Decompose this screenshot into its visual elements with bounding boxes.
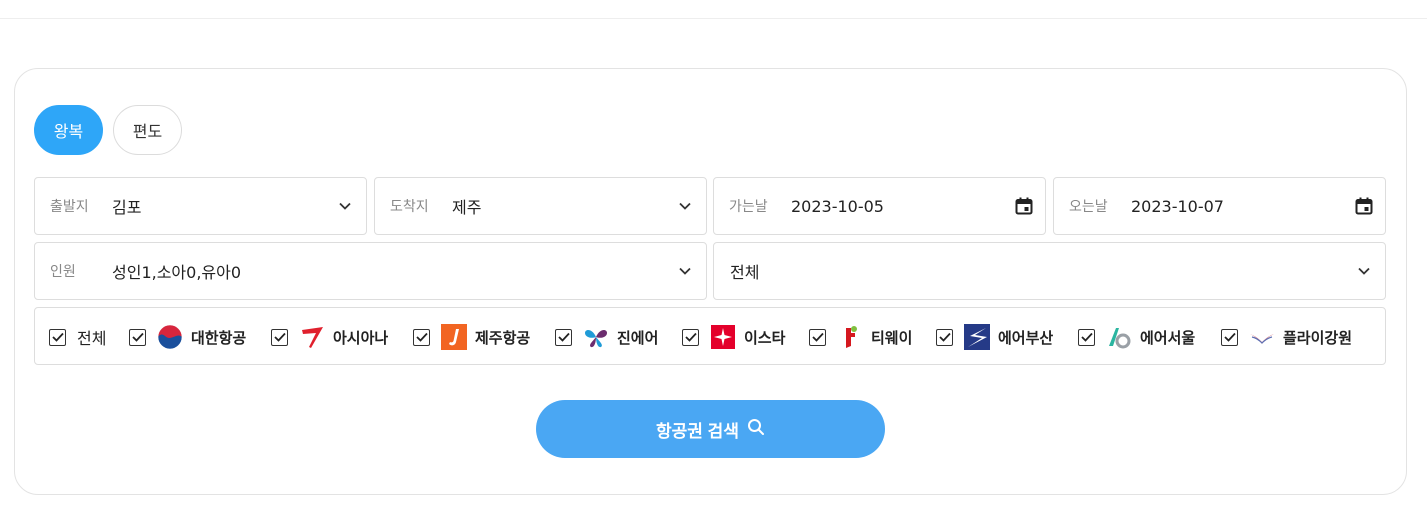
airline-eastar[interactable]: 이스타 [682,308,785,366]
airline-name: 제주항공 [475,328,531,347]
search-icon [747,418,765,441]
checkbox-checked-icon[interactable] [129,328,146,346]
jin-air-logo-icon [583,324,609,350]
return-date-label: 오는날 [1069,199,1108,215]
arrival-label: 도착지 [390,199,429,215]
jeju-air-logo-icon [441,324,467,350]
airline-korean-air[interactable]: 대한항공 [129,308,246,366]
arrival-value: 제주 [452,198,482,217]
trip-type-tabs: 왕복 편도 [34,105,182,155]
asiana-logo-icon [299,324,325,350]
air-seoul-logo-icon [1106,324,1132,350]
checkbox-checked-icon[interactable] [49,328,66,346]
airline-jeju-air[interactable]: 제주항공 [413,308,530,366]
passengers-select[interactable]: 인원 성인1,소아0,유아0 [34,242,707,300]
departure-label: 출발지 [50,199,89,215]
checkbox-checked-icon[interactable] [809,328,826,346]
airline-all-checkbox[interactable]: 전체 [49,308,106,366]
checkbox-checked-icon[interactable] [682,328,699,346]
round-trip-tab[interactable]: 왕복 [34,105,103,155]
airline-asiana[interactable]: 아시아나 [271,308,388,366]
departure-value: 김포 [112,198,142,217]
airline-name: 아시아나 [333,328,389,347]
flight-search-button[interactable]: 항공권 검색 [536,400,885,458]
checkbox-checked-icon[interactable] [555,328,572,346]
search-button-label: 항공권 검색 [656,421,739,441]
go-date-label: 가는날 [729,199,768,215]
airline-name: 이스타 [744,328,786,347]
fly-gangwon-logo-icon [1249,324,1275,350]
chevron-down-icon [338,199,352,213]
passengers-value: 성인1,소아0,유아0 [112,263,242,282]
passengers-label: 인원 [50,264,76,280]
air-busan-logo-icon [964,324,990,350]
airline-name: 티웨이 [871,328,913,347]
airline-tway[interactable]: 티웨이 [809,308,912,366]
go-date-input[interactable]: 가는날 2023-10-05 [713,177,1046,235]
seat-class-value: 전체 [730,263,760,282]
departure-select[interactable]: 출발지 김포 [34,177,367,235]
airline-name: 에어부산 [998,328,1054,347]
airline-name: 진에어 [617,328,659,347]
checkbox-checked-icon[interactable] [1221,328,1238,346]
checkbox-checked-icon[interactable] [1078,328,1095,346]
return-date-input[interactable]: 오는날 2023-10-07 [1053,177,1386,235]
airline-air-seoul[interactable]: 에어서울 [1078,308,1195,366]
flight-search-panel: 왕복 편도 출발지 김포 도착지 제주 가는날 2023-10-05 오는날 2… [14,68,1407,495]
airline-filter: 전체 대한항공 아시아나 제주항공 진에어 이스타 티웨이 에어부산 에어서울 … [34,307,1386,365]
go-date-value: 2023-10-05 [791,196,884,216]
calendar-icon[interactable] [1355,197,1373,215]
airline-air-busan[interactable]: 에어부산 [936,308,1053,366]
one-way-tab[interactable]: 편도 [113,105,182,155]
chevron-down-icon [678,199,692,213]
top-divider [0,18,1427,19]
return-date-value: 2023-10-07 [1131,196,1224,216]
tway-logo-icon [837,324,863,350]
eastar-logo-icon [710,324,736,350]
chevron-down-icon [1357,264,1371,278]
airline-jin-air[interactable]: 진에어 [555,308,658,366]
checkbox-checked-icon[interactable] [413,328,430,346]
calendar-icon[interactable] [1015,197,1033,215]
airline-name: 에어서울 [1140,328,1196,347]
airline-name: 대한항공 [191,328,247,347]
checkbox-checked-icon[interactable] [936,328,953,346]
chevron-down-icon [678,264,692,278]
checkbox-checked-icon[interactable] [271,328,288,346]
airline-fly-gangwon[interactable]: 플라이강원 [1221,308,1352,366]
airline-name: 플라이강원 [1283,328,1353,347]
arrival-select[interactable]: 도착지 제주 [374,177,707,235]
seat-class-select[interactable]: 전체 [713,242,1386,300]
airline-all-label: 전체 [77,329,107,348]
korean-air-logo-icon [157,324,183,350]
